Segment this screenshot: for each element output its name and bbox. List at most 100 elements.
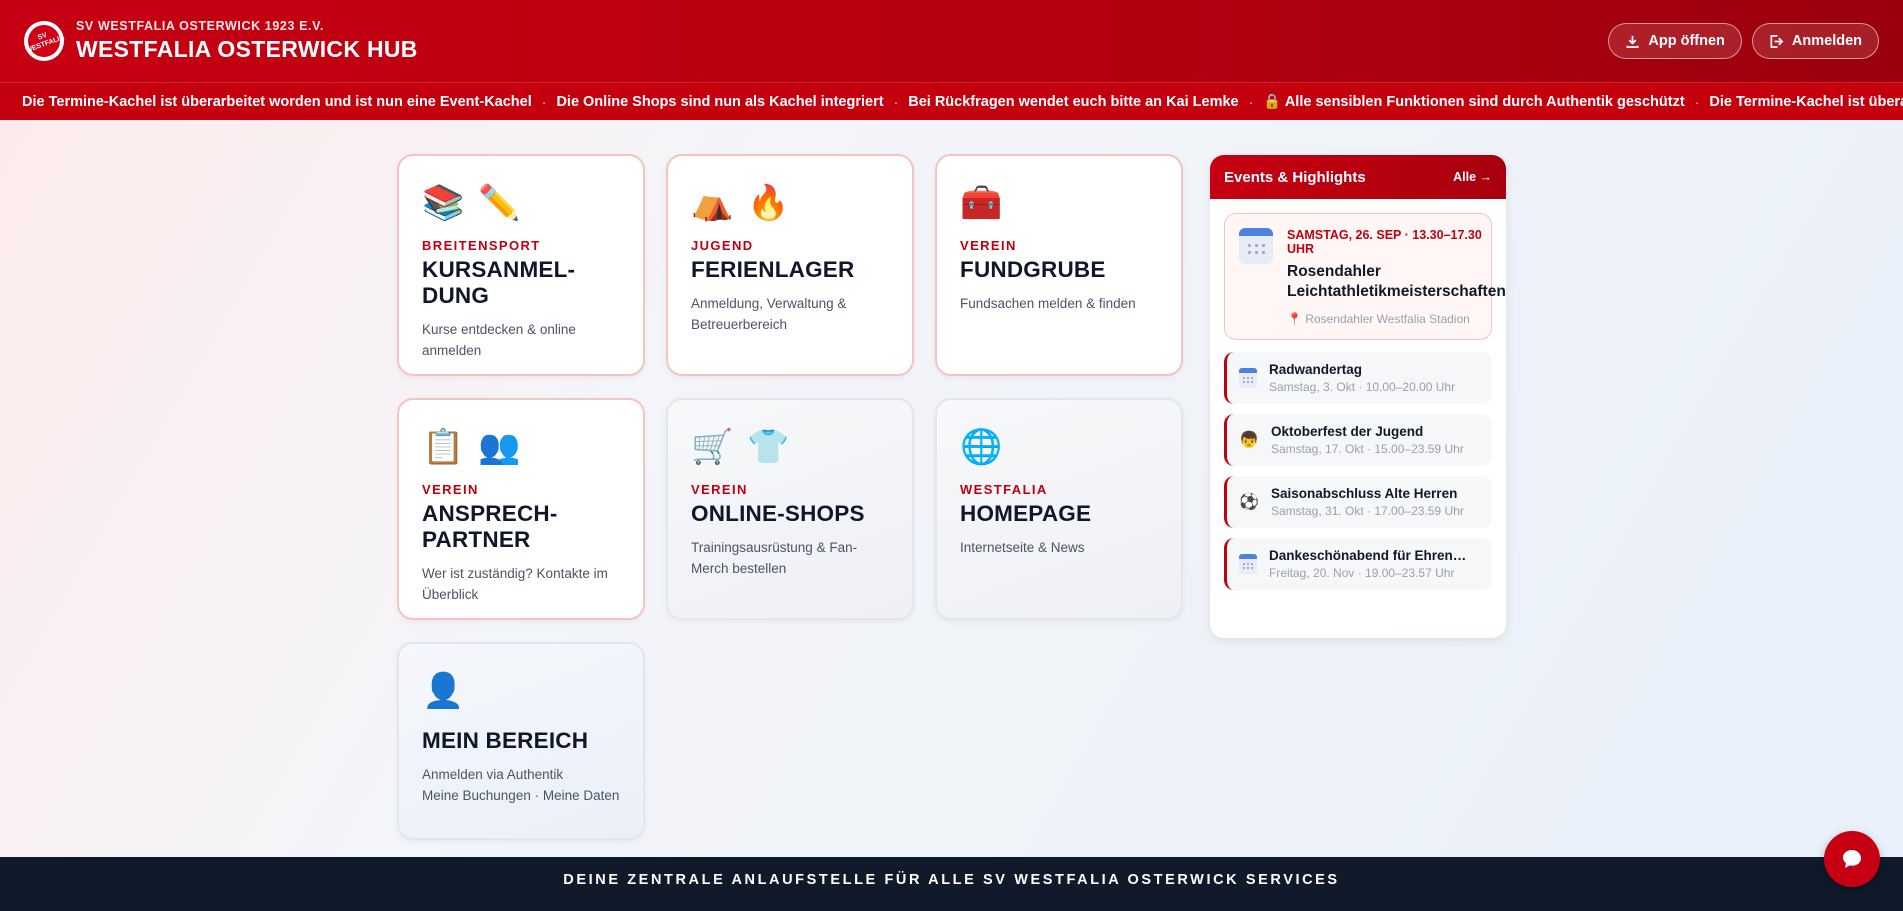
tile-kicker: VEREIN (960, 238, 1017, 253)
event-item-body: Dankeschönabend für Ehrena... Freitag, 2… (1269, 548, 1469, 580)
tile-description: Internetseite & News (960, 540, 1085, 555)
top-header: SV WESTFALIA SV WESTFALIA OSTERWICK 1923… (0, 0, 1903, 82)
tile-icons: 📋 👥 (422, 426, 621, 468)
featured-event-date: SAMSTAG, 26. SEP · 13.30–17.30 UHR (1287, 228, 1482, 256)
event-item[interactable]: 👦 Oktoberfest der Jugend Samstag, 17. Ok… (1224, 414, 1492, 466)
hub-title: WESTFALIA OSTERWICK HUB (76, 36, 418, 62)
featured-event-body: SAMSTAG, 26. SEP · 13.30–17.30 UHR Rosen… (1287, 228, 1506, 327)
event-item-body: Saisonabschluss Alte Herren Samstag, 31.… (1271, 486, 1464, 518)
brand-block: SV WESTFALIA OSTERWICK 1923 E.V. WESTFAL… (76, 19, 418, 63)
events-all-link[interactable]: Alle → (1453, 170, 1492, 184)
tile-icons: 🧰 (960, 182, 1159, 224)
news-ticker: Die Termine-Kachel ist überarbeitet word… (0, 82, 1903, 120)
event-title: Dankeschönabend für Ehrena... (1269, 548, 1469, 563)
event-datetime: Samstag, 3. Okt · 10.00–20.00 Uhr (1269, 380, 1456, 394)
tshirt-icon: 👕 (747, 428, 790, 466)
login-label: Anmelden (1791, 33, 1862, 49)
open-app-label: App öffnen (1648, 33, 1725, 49)
featured-event-title: Rosendahler Leichtathletikmeisterschafte… (1287, 263, 1506, 300)
events-panel: Events & Highlights Alle → SAMSTAG, 26. … (1210, 155, 1506, 638)
globe-icon: 🌐 (960, 428, 1003, 466)
event-datetime: Samstag, 31. Okt · 17.00–23.59 Uhr (1271, 504, 1464, 518)
ticker-item: Bei Rückfragen wendet euch bitte an Kai … (908, 93, 1239, 110)
event-item-body: Oktoberfest der Jugend Samstag, 17. Okt … (1271, 424, 1464, 456)
ticker-separator: · (541, 93, 547, 110)
calendar-icon (1239, 368, 1257, 388)
tile-fundgrube[interactable]: 🧰 VEREIN FUNDGRUBE Fundsachen melden & f… (935, 154, 1183, 376)
tile-kursanmeldung[interactable]: 📚 ✏️ BREITENSPORT KURSANMEL- DUNG Kurse … (397, 154, 645, 376)
tile-icons: 📚 ✏️ (422, 182, 621, 224)
event-title: Saisonabschluss Alte Herren (1271, 486, 1458, 501)
soccer-ball-icon: ⚽ (1239, 494, 1259, 511)
tile-icons: ⛺ 🔥 (691, 182, 890, 224)
child-face-icon: 👦 (1239, 432, 1259, 449)
calendar-icon (1239, 554, 1257, 574)
books-icon: 📚 (422, 184, 465, 222)
tile-title: FERIENLAGER (691, 257, 855, 282)
header-actions: App öffnen Anmelden (1608, 23, 1879, 59)
tile-title: KURSANMEL- DUNG (422, 257, 576, 308)
event-title: Radwandertag (1269, 362, 1363, 377)
ticker-item: Die Termine-Kachel ist überarbeitet word… (22, 93, 532, 110)
ticker-separator: · (893, 93, 899, 110)
tile-title: ANSPRECH- PARTNER (422, 501, 558, 552)
crest-emblem: SV WESTFALIA (23, 20, 65, 62)
featured-event-card[interactable]: SAMSTAG, 26. SEP · 13.30–17.30 UHR Rosen… (1224, 213, 1506, 340)
tile-kicker: WESTFALIA (960, 482, 1048, 497)
tile-description: Kurse entdecken & online anmelden (422, 322, 576, 358)
tile-description: Anmeldung, Verwaltung & Betreuerbereich (691, 296, 847, 332)
club-name: SV WESTFALIA OSTERWICK 1923 E.V. (76, 19, 324, 33)
tile-description: Wer ist zuständig? Kontakte im Überblick (422, 566, 608, 602)
ticker-item: 🔒 Alle sensiblen Funktionen sind durch A… (1263, 94, 1685, 110)
tile-kicker: VEREIN (691, 482, 748, 497)
ticker-separator: · (1248, 93, 1254, 110)
tile-icons: 🌐 (960, 426, 1159, 468)
events-header: Events & Highlights Alle → (1210, 155, 1506, 199)
tile-description: Trainingsausrüstung & Fan-Merch bestelle… (691, 540, 858, 576)
event-item[interactable]: Dankeschönabend für Ehrena... Freitag, 2… (1224, 538, 1492, 590)
tile-title: FUNDGRUBE (960, 257, 1106, 282)
calendar-icon (1239, 228, 1273, 264)
tile-title: MEIN BEREICH (422, 728, 589, 753)
tile-kicker: VEREIN (422, 482, 479, 497)
fire-icon: 🔥 (747, 184, 790, 222)
login-icon (1770, 34, 1784, 48)
ticker-item: Die Online Shops sind nun als Kachel int… (556, 93, 884, 110)
tile-homepage[interactable]: 🌐 WESTFALIA HOMEPAGE Internetseite & New… (935, 398, 1183, 620)
chat-bubble-icon (1843, 850, 1861, 868)
event-datetime: Samstag, 17. Okt · 15.00–23.59 Uhr (1271, 442, 1464, 456)
tile-title: ONLINE-SHOPS (691, 501, 865, 526)
tile-description: Anmelden via Authentik Meine Buchungen ·… (422, 767, 620, 803)
footer-bar: DEINE ZENTRALE ANLAUFSTELLE FÜR ALLE SV … (0, 857, 1903, 911)
footer-tagline: DEINE ZENTRALE ANLAUFSTELLE FÜR ALLE SV … (563, 872, 1340, 888)
shopping-cart-icon: 🛒 (691, 428, 734, 466)
tile-ansprechpartner[interactable]: 📋 👥 VEREIN ANSPRECH- PARTNER Wer ist zus… (397, 398, 645, 620)
events-title: Events & Highlights (1224, 168, 1366, 186)
tile-kicker: JUGEND (691, 238, 754, 253)
tile-icons: 🛒 👕 (691, 426, 890, 468)
tile-ferienlager[interactable]: ⛺ 🔥 JUGEND FERIENLAGER Anmeldung, Verwal… (666, 154, 914, 376)
club-crest-logo[interactable]: SV WESTFALIA (23, 20, 65, 62)
login-button[interactable]: Anmelden (1751, 23, 1879, 59)
open-app-button[interactable]: App öffnen (1608, 23, 1742, 59)
ticker-separator: · (1694, 93, 1700, 110)
tile-icons: 👤 (422, 670, 621, 712)
event-title: Oktoberfest der Jugend (1271, 424, 1424, 439)
toolbox-icon: 🧰 (960, 184, 1003, 222)
clipboard-icon: 📋 (422, 428, 465, 466)
user-silhouette-icon: 👤 (422, 672, 465, 710)
tent-icon: ⛺ (691, 184, 734, 222)
tile-kicker: BREITENSPORT (422, 238, 541, 253)
pencil-icon: ✏️ (478, 184, 521, 222)
tile-title: HOMEPAGE (960, 501, 1092, 526)
chat-button[interactable] (1824, 831, 1880, 887)
event-item[interactable]: ⚽ Saisonabschluss Alte Herren Samstag, 3… (1224, 476, 1492, 528)
people-icon: 👥 (478, 428, 521, 466)
ticker-item: Die Termine-Kachel ist überarbeitet word… (1709, 93, 1903, 110)
event-item-body: Radwandertag Samstag, 3. Okt · 10.00–20.… (1269, 362, 1455, 394)
tile-mein-bereich[interactable]: 👤 MEIN BEREICH Anmelden via Authentik Me… (397, 642, 645, 840)
featured-event-location: 📍 Rosendahler Westfalia Stadion (1287, 312, 1470, 326)
tile-online-shops[interactable]: 🛒 👕 VEREIN ONLINE-SHOPS Trainingsausrüst… (666, 398, 914, 620)
event-item[interactable]: Radwandertag Samstag, 3. Okt · 10.00–20.… (1224, 352, 1492, 404)
tile-description: Fundsachen melden & finden (960, 296, 1136, 311)
